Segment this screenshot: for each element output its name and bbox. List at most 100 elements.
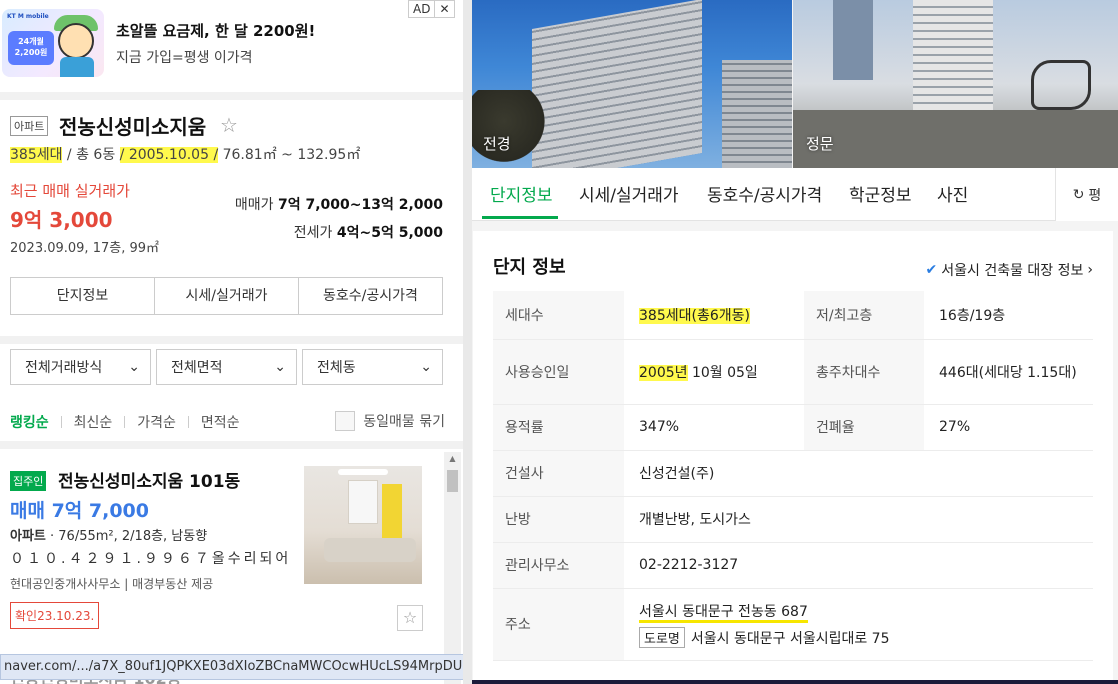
scrollbar-thumb[interactable] <box>447 470 458 492</box>
ad-subtitle[interactable]: 지금 가입=평생 이가격 <box>116 47 253 67</box>
bcr-key: 건폐율 <box>804 404 924 451</box>
refresh-icon: ↻ <box>1072 186 1085 203</box>
subtab-unit-prices[interactable]: 동호수/공시가격 <box>298 278 442 314</box>
far-key: 용적률 <box>493 404 624 451</box>
heating-value: 개별난방, 도시가스 <box>624 496 1093 543</box>
sort-price[interactable]: 가격순 <box>137 412 176 432</box>
subtab-complex-info[interactable]: 단지정보 <box>11 278 154 314</box>
jeonse-price-label: 전세가 <box>293 225 337 241</box>
pyeong-label: 평 <box>1088 187 1102 204</box>
building-registry-label: 서울시 건축물 대장 정보 <box>941 263 1084 279</box>
favorite-star-icon[interactable]: ☆ <box>397 605 423 631</box>
agency-name[interactable]: 현대공인중개사사무소 <box>10 577 120 591</box>
bcr-value: 27% <box>924 404 1093 451</box>
active-tab-indicator <box>482 216 558 219</box>
table-row: 세대수 385세대(총6개동) 저/최고층 16층/19층 <box>493 291 1093 340</box>
complex-info-card: 단지 정보 ✔ 서울시 건축물 대장 정보 › 세대수 385세대(총6개동) … <box>473 231 1113 684</box>
listing-item[interactable]: 집주인 전농신성미소지움 101동 매매 7억 7,000 아파트 · 76/5… <box>0 449 463 649</box>
listing-spec: 아파트 · 76/55m², 2/18층, 남동향 <box>10 525 207 544</box>
sale-price-value: 7억 7,000~13억 2,000 <box>277 197 443 213</box>
scroll-up-icon[interactable]: ▲ <box>444 454 461 463</box>
chevron-down-icon: ⌄ <box>128 359 140 375</box>
tab-school-info[interactable]: 학군정보 <box>849 181 912 206</box>
sofa <box>324 538 416 562</box>
recent-trade-price: 9억 3,000 <box>10 208 113 232</box>
tab-unit-prices[interactable]: 동호수/공시가격 <box>707 181 822 206</box>
ad-title[interactable]: 초알뜰 요금제, 한 달 2200원! <box>116 20 315 41</box>
lot-address: 서울시 동대문구 전농동 687 <box>639 601 1093 623</box>
sale-price-label: 매매가 <box>234 197 278 213</box>
ad-label: AD <box>413 2 431 16</box>
photo-main-gate[interactable]: 정문 <box>793 0 1118 168</box>
group-checkbox[interactable] <box>335 411 356 431</box>
road-address: 도로명 서울시 동대문구 서울시립대로 75 <box>639 626 1093 648</box>
approval-key: 사용승인일 <box>493 339 624 405</box>
approval-date: / 2005.10.05 / <box>119 147 219 163</box>
parking-value: 446대(세대당 1.15대) <box>924 339 1093 405</box>
tab-price-trades[interactable]: 시세/실거래가 <box>579 181 679 206</box>
photo-caption-gate: 정문 <box>806 135 834 153</box>
detail-tabs: 단지정보 시세/실거래가 동호수/공시가격 학군정보 사진 <box>472 168 1118 221</box>
ad-thumbnail[interactable]: KT M mobile 24개월 2,200원 <box>2 9 104 77</box>
complex-sub-tabs: 단지정보 시세/실거래가 동호수/공시가격 <box>10 277 443 315</box>
sort-options: 랭킹순 최신순 가격순 면적순 동일매물 묶기 <box>10 411 445 433</box>
apartment-building <box>913 0 993 110</box>
filter-bar: 전체거래방식 ⌄ 전체면적 ⌄ 전체동 ⌄ <box>10 349 443 385</box>
property-type-badge: 아파트 <box>10 116 49 136</box>
owner-badge: 집주인 <box>10 471 47 491</box>
floors-value: 16층/19층 <box>924 291 1093 340</box>
sort-area[interactable]: 면적순 <box>201 412 240 432</box>
listing-scrollbar[interactable]: ▲ <box>444 452 461 684</box>
star-icon[interactable]: ☆ <box>220 113 238 137</box>
photo-exterior[interactable]: 전경 <box>472 0 792 168</box>
window <box>348 480 378 524</box>
ad-banner[interactable]: KT M mobile 24개월 2,200원 초알뜰 요금제, 한 달 220… <box>0 0 463 92</box>
table-row: 주소 서울시 동대문구 전농동 687 도로명 서울시 동대문구 서울시립대로 7… <box>493 588 1093 661</box>
ad-thumb-text: 24개월 2,200원 <box>8 31 54 65</box>
office-key: 관리사무소 <box>493 542 624 589</box>
builder-value: 신성건설(주) <box>624 450 1093 497</box>
pyeong-toggle-button[interactable]: ↻ 평 <box>1055 168 1118 221</box>
right-panel: 전경 정문 단지정보 시세/실거래가 동호수/공시가격 학군정보 사진 ↻ 평 … <box>472 0 1118 684</box>
complex-summary: 아파트 전농신성미소지움 ☆ 385세대 / 총 6동 / 2005.10.05… <box>0 100 463 336</box>
subtab-price-trades[interactable]: 시세/실거래가 <box>154 278 298 314</box>
listing-photo[interactable] <box>304 466 422 584</box>
ceiling-light <box>338 469 388 475</box>
filter-trade-type-label: 전체거래방식 <box>25 360 103 376</box>
trees <box>472 90 552 168</box>
agency-separator: | <box>120 577 133 591</box>
sort-ranking[interactable]: 랭킹순 <box>10 412 49 432</box>
recent-trade-label: 최근 매매 실거래가 <box>10 182 130 200</box>
sort-latest[interactable]: 최신순 <box>74 412 113 432</box>
tab-complex-info[interactable]: 단지정보 <box>490 181 553 206</box>
filter-area-label: 전체면적 <box>171 360 223 376</box>
listing-description: ０１０.４２９１.９９６７올수리되어 ... <box>10 551 290 567</box>
close-icon[interactable]: ✕ <box>434 1 453 17</box>
households-value: 385세대(총6개동) <box>624 291 804 340</box>
building-registry-link[interactable]: ✔ 서울시 건축물 대장 정보 › <box>926 260 1094 280</box>
listing-title[interactable]: 전농신성미소지움 101동 <box>58 467 240 492</box>
approval-month-day: 10월 05일 <box>687 364 758 381</box>
recent-trade-details: 2023.09.09, 17층, 99㎡ <box>10 241 160 256</box>
heating-key: 난방 <box>493 496 624 543</box>
ad-thumb-brand: KT M mobile <box>7 13 49 20</box>
office-phone[interactable]: 02-2212-3127 <box>624 542 1093 589</box>
area-range: 76.81㎡ ~ 132.95㎡ <box>218 147 361 163</box>
parking-key: 총주차대수 <box>804 339 924 405</box>
tab-photos[interactable]: 사진 <box>937 181 968 206</box>
listing-type: 아파트 <box>10 529 46 544</box>
taskbar-strip <box>472 680 1118 684</box>
filter-trade-type[interactable]: 전체거래방식 ⌄ <box>10 349 151 385</box>
group-same-listings-toggle[interactable]: 동일매물 묶기 <box>335 411 445 431</box>
households-value-text: 385세대(총6개동) <box>639 307 750 324</box>
photo-caption-exterior: 전경 <box>483 135 511 153</box>
households-count: 385세대 <box>10 147 63 163</box>
address-key: 주소 <box>493 588 624 661</box>
table-row: 사용승인일 2005년 10월 05일 총주차대수 446대(세대당 1.15대… <box>493 339 1093 405</box>
road-address-text: 서울시 동대문구 서울시립대로 75 <box>690 630 890 647</box>
left-panel: KT M mobile 24개월 2,200원 초알뜰 요금제, 한 달 220… <box>0 0 463 684</box>
gate-sculpture <box>1031 60 1091 110</box>
filter-area[interactable]: 전체면적 ⌄ <box>156 349 297 385</box>
chevron-down-icon: ⌄ <box>420 359 432 375</box>
filter-building[interactable]: 전체동 ⌄ <box>302 349 443 385</box>
